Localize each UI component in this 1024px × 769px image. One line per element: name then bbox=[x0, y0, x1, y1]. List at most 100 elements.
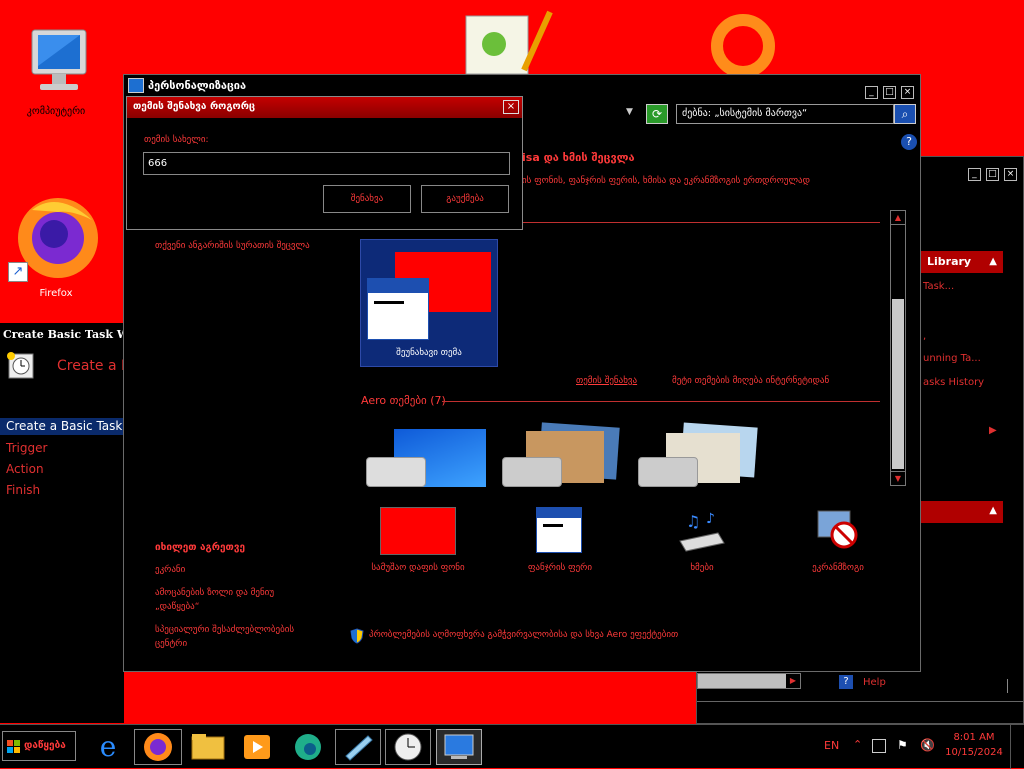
theme-name-input[interactable]: 666 bbox=[143, 152, 510, 175]
scroll-thumb[interactable] bbox=[892, 299, 904, 469]
change-account-picture-link[interactable]: თქვენი ანგარიშის სურათის შეცვლა bbox=[155, 239, 311, 253]
firefox-taskbar-icon[interactable] bbox=[134, 729, 182, 765]
desktop-background-item[interactable]: სამუშაო დაფის ფონი bbox=[360, 507, 476, 573]
shield-icon bbox=[350, 628, 364, 644]
get-more-themes-link[interactable]: მეტი თემების მიღება ინტერნეტიდან bbox=[672, 376, 829, 386]
help-icon: ? bbox=[839, 675, 853, 689]
tray-overflow-icon[interactable]: ⌃ bbox=[853, 738, 862, 751]
media-player-taskbar-icon[interactable] bbox=[236, 729, 280, 765]
edge-taskbar-icon[interactable] bbox=[286, 729, 330, 765]
dialog-close-button[interactable]: × bbox=[503, 100, 519, 114]
svg-text:♫: ♫ bbox=[686, 512, 700, 531]
scroll-right-icon[interactable]: ▶ bbox=[786, 674, 800, 688]
page-subtitle: ის ფონის, ფანჯრის ფერის, ხმისა და ეკრანმ… bbox=[522, 176, 810, 186]
aero-separator bbox=[442, 401, 880, 402]
aero-theme-tile[interactable] bbox=[636, 422, 762, 487]
page-title: isa და ხმის შეცვლა bbox=[522, 151, 635, 164]
control-panel-icon bbox=[128, 78, 144, 93]
resize-grip[interactable] bbox=[1007, 679, 1019, 693]
horizontal-scrollbar[interactable]: ▶ bbox=[697, 673, 801, 689]
see-also-accessibility-link[interactable]: სპეციალური შესაძლებლობების ცენტრი bbox=[155, 623, 325, 651]
start-button[interactable]: დაწყება bbox=[2, 731, 76, 761]
sounds-item[interactable]: ♫ ♪ ხმები bbox=[644, 507, 760, 573]
wizard-step-trigger[interactable]: Trigger bbox=[6, 441, 47, 455]
volume-muted-icon[interactable]: 🔇 bbox=[920, 738, 935, 752]
search-input[interactable]: ძებნა: „სისტემის მართვა“ bbox=[676, 104, 894, 124]
status-bar bbox=[697, 701, 1023, 723]
scroll-up-icon[interactable]: ▲ bbox=[891, 211, 905, 225]
window-titlebar: პერსონალიზაცია _ □ × bbox=[124, 75, 920, 99]
action-item[interactable]: Task... bbox=[923, 281, 954, 292]
action-item[interactable]: asks History bbox=[923, 377, 984, 388]
clock-app-taskbar-icon[interactable] bbox=[385, 729, 431, 765]
minimize-button[interactable]: _ bbox=[864, 86, 878, 99]
wizard-heading: Create a B bbox=[57, 358, 131, 374]
help-link[interactable]: Help bbox=[863, 677, 886, 688]
aero-theme-tile[interactable] bbox=[500, 422, 626, 487]
save-theme-dialog: თემის შენახვა როგორც × თემის სახელი: 666… bbox=[126, 96, 523, 230]
item-label: სამუშაო დაფის ფონი bbox=[371, 563, 465, 573]
close-button[interactable]: × bbox=[1004, 168, 1017, 181]
collapse-icon: ▲ bbox=[989, 505, 997, 516]
actions-header-label: Library bbox=[927, 255, 972, 268]
actions-header-selected[interactable]: ▲ bbox=[921, 501, 1003, 523]
clock-date[interactable]: 10/15/2024 bbox=[944, 747, 1004, 758]
theme-tile-unsaved[interactable]: შეუნახავი თემა bbox=[360, 239, 498, 367]
refresh-button[interactable]: ⟳ bbox=[646, 104, 668, 124]
submenu-arrow-icon: ▶ bbox=[989, 425, 997, 436]
vertical-scrollbar[interactable]: ▲ ▼ bbox=[890, 210, 906, 486]
theme-preview-window bbox=[367, 278, 429, 340]
notepad-plus-icon[interactable] bbox=[464, 10, 554, 75]
create-basic-task-window: Create Basic Task Wi Create a B Create a… bbox=[0, 323, 133, 723]
save-theme-link[interactable]: თემის შენახვა bbox=[576, 376, 637, 386]
see-also-taskbar-link[interactable]: ამოცანების ზოლი და მენიუ „დაწყება“ bbox=[155, 586, 315, 614]
dialog-title: თემის შენახვა როგორც bbox=[133, 101, 256, 112]
actions-header-library[interactable]: Library ▲ bbox=[921, 251, 1003, 273]
wizard-step-create[interactable]: Create a Basic Task bbox=[0, 418, 124, 435]
desktop-icon-label: კომპიუტერი bbox=[26, 106, 86, 117]
language-indicator[interactable]: EN bbox=[824, 739, 839, 752]
taskbar: დაწყება e EN ⌃ ⚑ 🔇 8:01 AM 10/15/2024 bbox=[0, 724, 1024, 769]
window-color-item[interactable]: ფანჯრის ფერი bbox=[502, 507, 618, 573]
sounds-icon: ♫ ♪ bbox=[678, 507, 726, 553]
minimize-button[interactable]: _ bbox=[967, 168, 981, 181]
wizard-step-action[interactable]: Action bbox=[6, 462, 44, 476]
theme-name-label: თემის სახელი: bbox=[144, 135, 209, 145]
item-label: ფანჯრის ფერი bbox=[528, 563, 592, 573]
wizard-step-finish[interactable]: Finish bbox=[6, 483, 40, 497]
desktop-background-icon bbox=[380, 507, 456, 555]
action-item[interactable]: unning Ta... bbox=[923, 353, 981, 364]
desktop-icon-computer[interactable]: კომპიუტერი bbox=[8, 22, 104, 122]
address-dropdown-icon[interactable]: ▼ bbox=[626, 107, 633, 117]
network-icon[interactable] bbox=[872, 739, 886, 753]
help-icon[interactable]: ? bbox=[901, 134, 917, 150]
action-item[interactable]: , bbox=[923, 331, 926, 342]
screensaver-item[interactable]: ეკრანმზოგი bbox=[780, 507, 896, 573]
ie-taskbar-icon[interactable]: e bbox=[86, 729, 130, 765]
troubleshoot-link[interactable]: პრობლემების აღმოფხვრა გამჭვირვალობისა და… bbox=[369, 630, 678, 640]
show-desktop-button[interactable] bbox=[1010, 725, 1024, 769]
shortcut-arrow-icon: ↗ bbox=[8, 262, 28, 282]
explorer-taskbar-icon[interactable] bbox=[186, 729, 230, 765]
control-panel-taskbar-icon[interactable] bbox=[436, 729, 482, 765]
maximize-button[interactable]: □ bbox=[985, 168, 999, 181]
windows-logo-icon bbox=[7, 739, 21, 753]
flag-icon[interactable]: ⚑ bbox=[897, 738, 908, 752]
scroll-down-icon[interactable]: ▼ bbox=[891, 471, 905, 485]
save-button[interactable]: შენახვა bbox=[323, 185, 411, 213]
theme-tile-label: შეუნახავი თემა bbox=[396, 348, 462, 358]
start-label: დაწყება bbox=[24, 740, 66, 751]
pen-app-taskbar-icon[interactable] bbox=[335, 729, 381, 765]
maximize-button[interactable]: □ bbox=[882, 86, 896, 99]
close-button[interactable]: × bbox=[901, 86, 914, 99]
desktop-icon-firefox[interactable]: ↗ Firefox bbox=[8, 190, 104, 300]
see-also-heading: იხილეთ აგრეთვე bbox=[155, 542, 246, 553]
clock-time[interactable]: 8:01 AM bbox=[944, 732, 1004, 743]
window-title: Create Basic Task Wi bbox=[3, 328, 134, 341]
search-desktop-icon[interactable] bbox=[706, 12, 780, 78]
see-also-display-link[interactable]: ეკრანი bbox=[155, 565, 185, 575]
search-icon[interactable]: ⌕ bbox=[894, 104, 916, 124]
item-label: ხმები bbox=[690, 563, 714, 573]
aero-theme-tile[interactable] bbox=[364, 429, 490, 487]
cancel-button[interactable]: გაუქმება bbox=[421, 185, 509, 213]
